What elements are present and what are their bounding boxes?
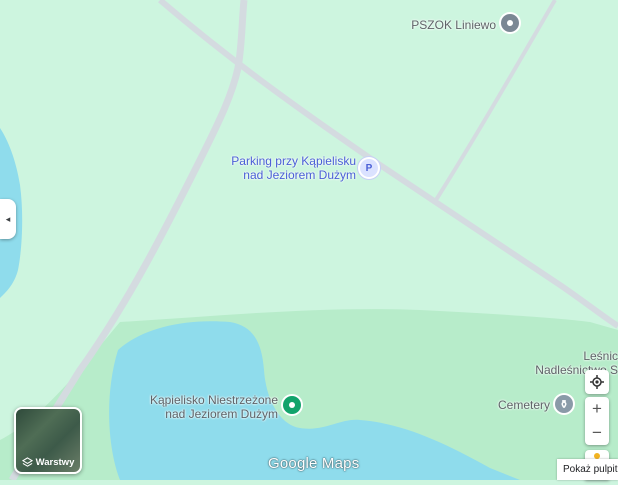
- place-label-swimming-line2: nad Jeziorem Dużym: [165, 407, 278, 421]
- zoom-controls: + −: [585, 397, 609, 445]
- place-label-parking-line1: Parking przy Kąpielisku: [231, 154, 356, 168]
- zoom-in-button[interactable]: +: [585, 397, 609, 421]
- parking-icon[interactable]: P: [360, 159, 378, 177]
- crosshair-icon: [590, 375, 604, 389]
- pin-icon[interactable]: [501, 14, 519, 32]
- layers-button[interactable]: Warstwy: [14, 407, 82, 474]
- place-label-swimming-line1: Kąpielisko Niestrzeżone: [149, 393, 278, 407]
- my-location-button[interactable]: [585, 370, 609, 394]
- chevron-left-icon: ◂: [5, 213, 11, 224]
- place-label-forestry-line1: Leśnic: [583, 349, 618, 363]
- swimming-pin-icon[interactable]: [283, 396, 301, 414]
- place-label-swimming[interactable]: Kąpielisko Niestrzeżone nad Jeziorem Duż…: [140, 393, 278, 421]
- cemetery-icon[interactable]: ⚱: [555, 395, 573, 413]
- zoom-out-button[interactable]: −: [585, 421, 609, 445]
- layers-label: Warstwy: [35, 457, 75, 468]
- place-label-parking[interactable]: Parking przy Kąpielisku nad Jeziorem Duż…: [218, 154, 356, 182]
- place-label-pszok[interactable]: PSZOK Liniewo: [400, 18, 496, 32]
- collapse-panel-button[interactable]: ◂: [0, 199, 16, 239]
- place-label-cemetery[interactable]: Cemetery: [490, 398, 550, 412]
- layers-icon: [21, 457, 33, 467]
- place-label-parking-line2: nad Jeziorem Dużym: [243, 168, 356, 182]
- google-maps-logo: Google Maps: [268, 455, 360, 472]
- show-desktop-button[interactable]: Pokaż pulpit: [557, 459, 618, 480]
